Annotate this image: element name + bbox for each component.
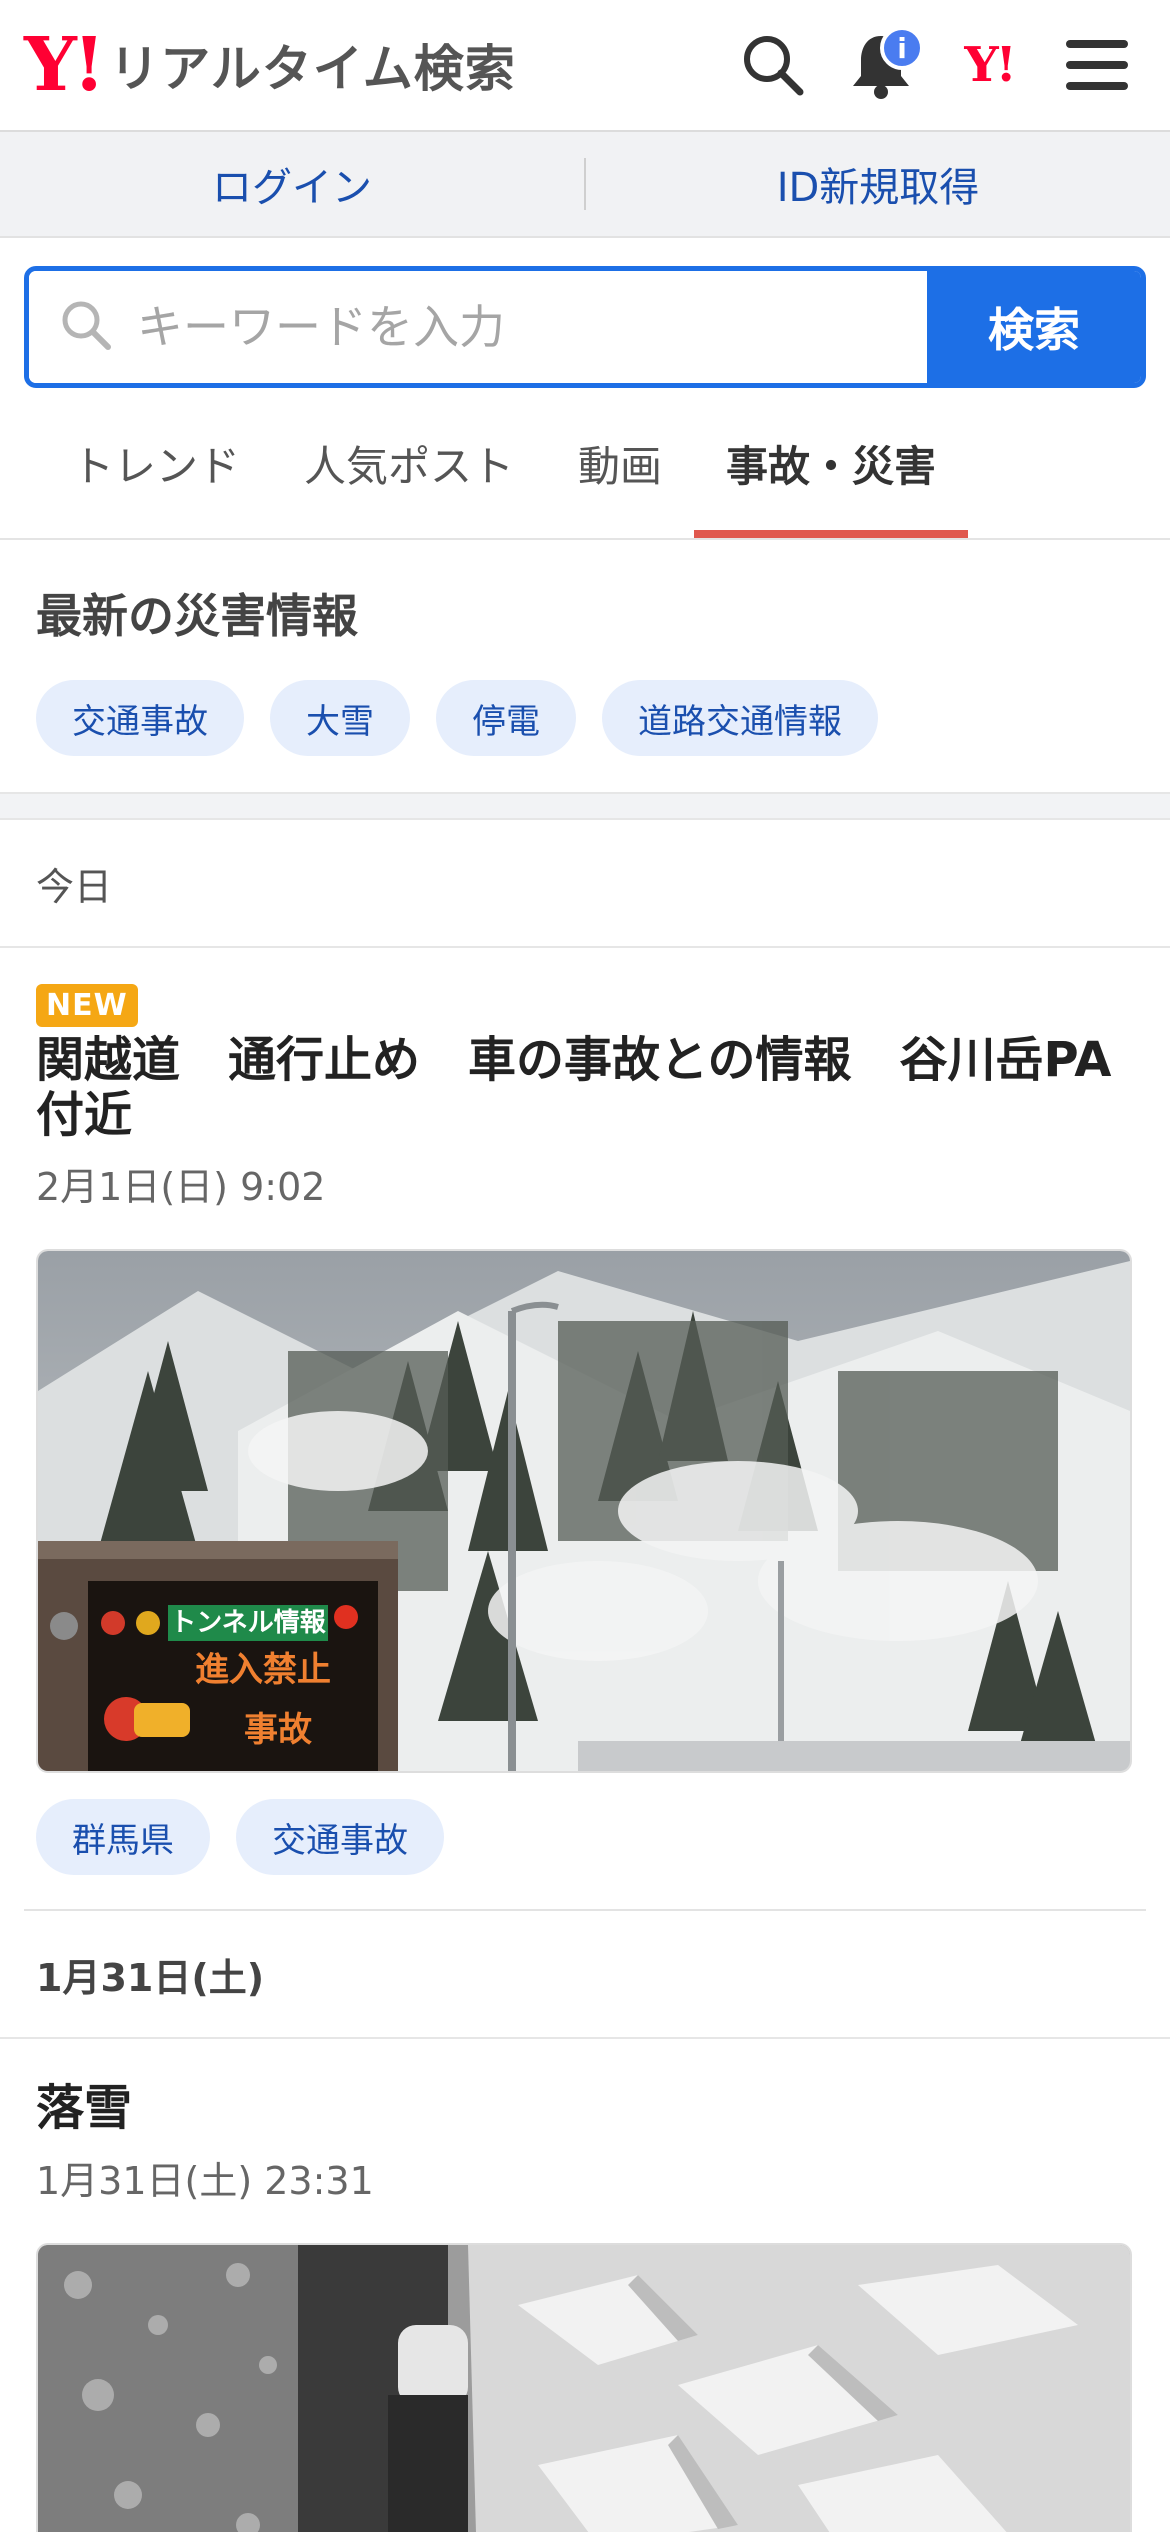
article-title[interactable]: 関越道 通行止め 車の事故との情報 谷川岳PA付近 (36, 1033, 1134, 1143)
sign-line-1-text: 進入禁止 (195, 1650, 331, 1690)
search-icon[interactable] (728, 20, 818, 110)
section-gap (0, 794, 1170, 820)
logo-text: リアルタイム検索 (109, 40, 516, 98)
new-badge: NEW (36, 984, 138, 1027)
date-heading-today: 今日 (0, 820, 1170, 948)
yahoo-realtime-logo[interactable]: Y! リアルタイム検索 (24, 28, 516, 102)
register-link[interactable]: ID新規取得 (586, 155, 1170, 213)
tab-videos[interactable]: 動画 (546, 388, 694, 538)
article-card[interactable]: NEW 関越道 通行止め 車の事故との情報 谷川岳PA付近 2月1日(日) 9:… (0, 948, 1170, 1909)
notification-bell-icon[interactable]: i (836, 20, 926, 110)
login-bar: ログイン ID新規取得 (0, 132, 1170, 238)
yahoo-small-mark: Y! (964, 37, 1016, 93)
login-link[interactable]: ログイン (0, 155, 584, 213)
latest-disaster-section: 最新の災害情報 交通事故 大雪 停電 道路交通情報 (0, 540, 1170, 794)
article-timestamp: 2月1日(日) 9:02 (36, 1165, 326, 1210)
search-box: 検索 (24, 266, 1146, 388)
yahoo-home-icon[interactable]: Y! (944, 20, 1034, 110)
tab-trend[interactable]: トレンド (38, 388, 272, 538)
sign-header-text: トンネル情報 (170, 1608, 326, 1638)
category-tabs: トレンド 人気ポスト 動画 事故・災害 (0, 388, 1170, 540)
hamburger-menu-icon[interactable] (1052, 20, 1142, 110)
yahoo-logo-mark: Y! (24, 22, 105, 108)
article-timestamp: 1月31日(土) 23:31 (36, 2159, 374, 2204)
search-button[interactable]: 検索 (927, 271, 1141, 383)
search-input[interactable] (137, 300, 927, 354)
tab-popular-posts[interactable]: 人気ポスト (272, 388, 546, 538)
article-title[interactable]: 落雪 (36, 2081, 1134, 2136)
date-heading-jan31: 1月31日(土) (0, 1911, 1170, 2040)
app-header: Y! リアルタイム検索 i Y! (0, 0, 1170, 132)
notification-badge: i (880, 26, 924, 70)
article-image-snowy-tunnel-sign[interactable]: トンネル情報 進入禁止 事故 (36, 1249, 1132, 1774)
section-title: 最新の災害情報 (36, 589, 358, 643)
tag-gunma[interactable]: 群馬県 (36, 1799, 210, 1876)
search-field-icon (59, 298, 113, 356)
article-card[interactable]: 落雪 1月31日(土) 23:31 (0, 2039, 1170, 2532)
tab-accident-disaster[interactable]: 事故・災害 (694, 388, 969, 538)
chip-traffic-accident[interactable]: 交通事故 (36, 680, 244, 756)
chip-power-outage[interactable]: 停電 (436, 680, 576, 756)
chip-heavy-snow[interactable]: 大雪 (270, 680, 410, 756)
article-image-fallen-snow[interactable] (36, 2243, 1132, 2532)
chip-road-traffic-info[interactable]: 道路交通情報 (602, 680, 878, 756)
tag-traffic-accident[interactable]: 交通事故 (236, 1799, 444, 1876)
sign-line-2-text: 事故 (244, 1710, 312, 1750)
